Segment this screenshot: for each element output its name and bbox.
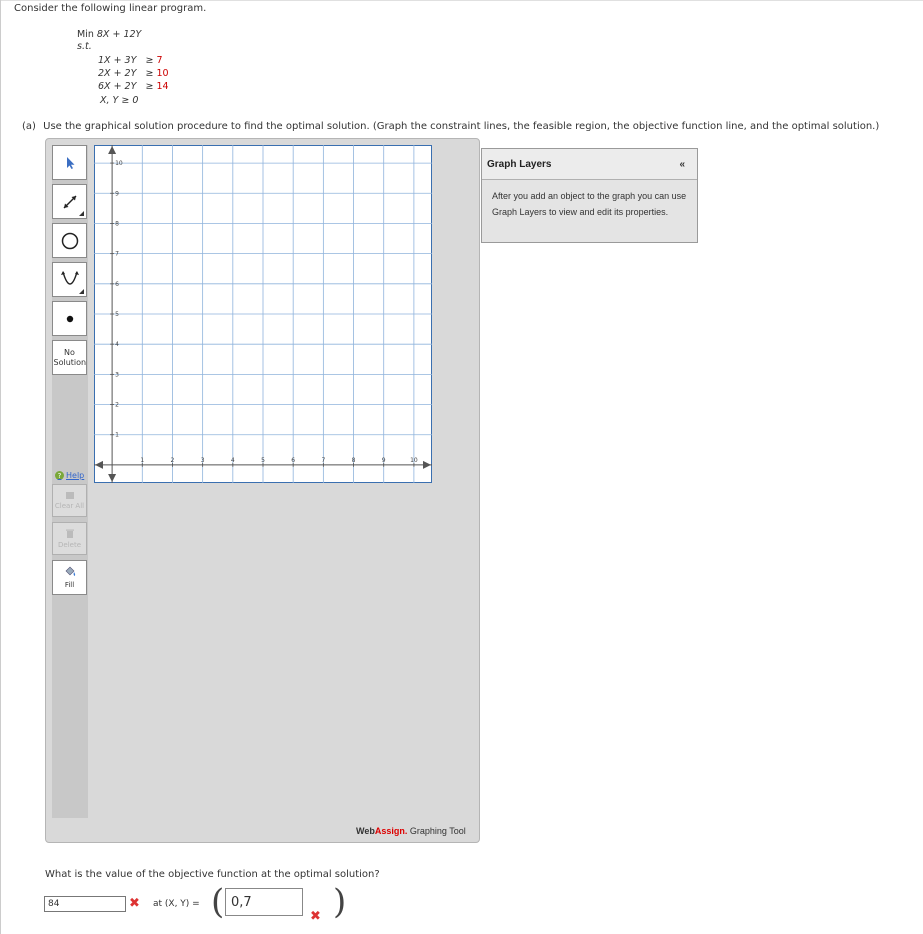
fill-label: Fill xyxy=(64,580,75,589)
x-tick-label-5: 5 xyxy=(261,457,265,464)
x-tick-label-3: 3 xyxy=(201,457,205,464)
brand-assign: Assign. xyxy=(374,826,408,836)
delete-label: Delete xyxy=(58,540,81,549)
part-a-prompt: (a) Use the graphical solution procedure… xyxy=(22,121,879,132)
x-tick-label-7: 7 xyxy=(321,457,325,464)
x-tick-label-4: 4 xyxy=(231,457,235,464)
graph-layers-header: Graph Layers « xyxy=(482,149,697,180)
graph-canvas[interactable]: 1 2 3 4 5 6 7 8 9 10 1 2 3 4 5 6 7 8 9 10 xyxy=(94,145,432,483)
incorrect-icon: ✖ xyxy=(129,896,140,911)
parabola-icon xyxy=(60,270,79,285)
point-tool-button[interactable] xyxy=(52,301,87,336)
lp-constraint-2: 2X + 2Y ≥ 10 xyxy=(98,68,169,79)
y-tick-label-10: 10 xyxy=(115,160,123,167)
lp-constraint-3-lhs: 6X + 2Y xyxy=(98,81,137,92)
line-icon xyxy=(63,195,76,208)
y-tick-label-3: 3 xyxy=(115,371,119,378)
lp-constraint-1-op: ≥ xyxy=(145,55,154,66)
pointer-tool-button[interactable] xyxy=(52,145,87,180)
lp-objective-expr: 8X + 12Y xyxy=(96,29,142,40)
no-solution-label: No Solution xyxy=(53,347,87,367)
help-icon: ? xyxy=(55,471,64,480)
page-top-border xyxy=(0,0,923,1)
y-tick-label-9: 9 xyxy=(115,190,119,197)
clear-all-label: Clear All xyxy=(54,501,85,510)
lp-nonneg: X, Y ≥ 0 xyxy=(100,95,138,106)
objective-value-question: What is the value of the objective funct… xyxy=(45,869,380,880)
part-a-label: (a) xyxy=(22,121,36,132)
point-icon xyxy=(66,315,73,322)
y-tick-label-4: 4 xyxy=(115,341,119,348)
y-tick-label-7: 7 xyxy=(115,251,119,258)
lp-constraint-3-rhs: 14 xyxy=(156,81,169,92)
lp-constraint-1: 1X + 3Y ≥ 7 xyxy=(98,55,162,66)
open-paren: ( xyxy=(211,882,225,922)
fill-button[interactable]: Fill xyxy=(52,560,87,595)
graph-layers-panel: Graph Layers « After you add an object t… xyxy=(481,148,698,243)
lp-objective-prefix: Min xyxy=(77,29,97,40)
x-tick-label-1: 1 xyxy=(140,457,144,464)
clear-all-icon xyxy=(65,491,74,499)
lp-constraint-2-rhs: 10 xyxy=(156,68,169,79)
close-paren: ) xyxy=(333,882,347,922)
lp-constraint-3: 6X + 2Y ≥ 14 xyxy=(98,81,169,92)
circle-tool-button[interactable] xyxy=(52,223,87,258)
x-tick-label-8: 8 xyxy=(352,457,356,464)
circle-icon xyxy=(61,232,78,249)
at-xy-label: at (X, Y) = xyxy=(153,899,200,909)
intro-text: Consider the following linear program. xyxy=(14,3,207,14)
lp-constraint-2-lhs: 2X + 2Y xyxy=(98,68,137,79)
lp-st: s.t. xyxy=(77,41,92,52)
lp-constraint-1-lhs: 1X + 3Y xyxy=(98,55,137,66)
lp-constraint-3-op: ≥ xyxy=(145,81,154,92)
help-label: Help xyxy=(66,471,85,480)
line-tool-button[interactable] xyxy=(52,184,87,219)
graph-layers-info: After you add an object to the graph you… xyxy=(492,191,687,217)
x-tick-label-10: 10 xyxy=(410,457,418,464)
x-tick-label-6: 6 xyxy=(291,457,295,464)
parabola-tool-more-icon xyxy=(79,289,84,294)
paint-bucket-icon xyxy=(65,566,75,576)
lp-st-label: s.t. xyxy=(77,41,92,52)
objective-value-input[interactable] xyxy=(44,896,126,912)
y-tick-label-8: 8 xyxy=(115,220,119,227)
x-tick-label-2: 2 xyxy=(171,457,175,464)
graph-svg[interactable]: 1 2 3 4 5 6 7 8 9 10 1 2 3 4 5 6 7 8 9 10 xyxy=(94,145,432,483)
graph-layers-title: Graph Layers xyxy=(487,158,552,170)
parabola-tool-button[interactable] xyxy=(52,262,87,297)
line-tool-more-icon xyxy=(79,211,84,216)
lp-nonneg-text: X, Y ≥ 0 xyxy=(100,95,139,106)
incorrect-pair-icon: ✖ xyxy=(310,909,321,924)
lp-objective: Min 8X + 12Y xyxy=(77,29,141,40)
clear-all-button[interactable]: Clear All xyxy=(52,484,87,517)
y-tick-label-2: 2 xyxy=(115,402,119,409)
delete-button[interactable]: Delete xyxy=(52,522,87,555)
trash-icon xyxy=(65,529,74,538)
lp-constraint-2-op: ≥ xyxy=(145,68,154,79)
y-tick-label-1: 1 xyxy=(115,432,119,439)
no-solution-button[interactable]: No Solution xyxy=(52,340,87,375)
brand-web: Web xyxy=(356,826,375,836)
webassign-branding: WebAssign. Graphing Tool xyxy=(356,826,466,836)
xy-pair-input[interactable] xyxy=(225,888,303,916)
help-link[interactable]: ? Help xyxy=(55,471,84,480)
collapse-layers-button[interactable]: « xyxy=(679,159,685,170)
x-tick-label-9: 9 xyxy=(382,457,386,464)
part-a-text: Use the graphical solution procedure to … xyxy=(43,121,880,132)
y-tick-label-6: 6 xyxy=(115,281,119,288)
at-xy-text: at (X, Y) = xyxy=(153,899,200,909)
brand-tool: Graphing Tool xyxy=(407,826,466,836)
pointer-icon xyxy=(66,156,74,169)
lp-constraint-1-rhs: 7 xyxy=(156,55,163,66)
y-tick-label-5: 5 xyxy=(115,311,119,318)
page-left-border xyxy=(0,0,1,934)
